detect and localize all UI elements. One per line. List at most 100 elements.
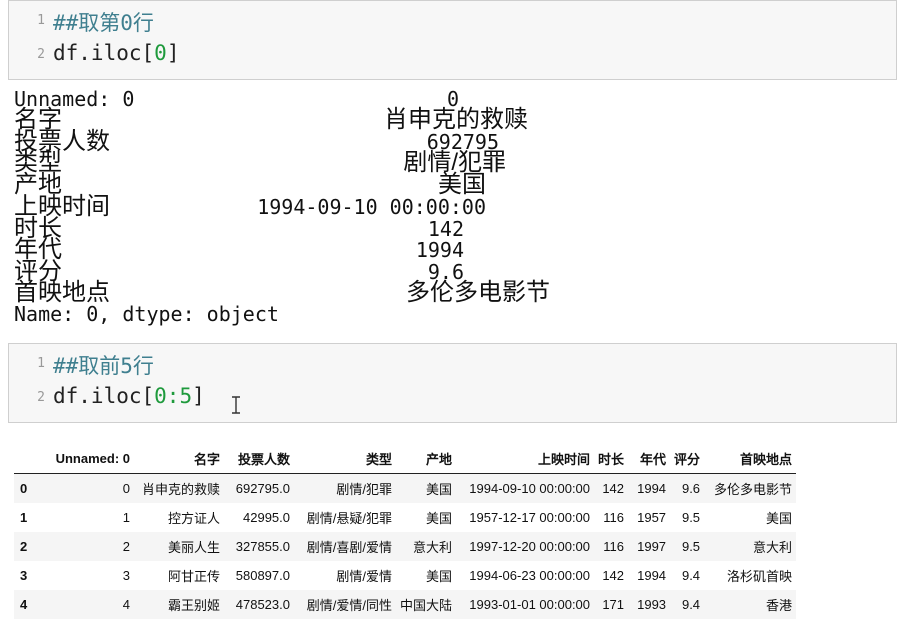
table-cell: 肖申克的救赎 <box>141 482 220 497</box>
table-cell: 1993-01-01 00:00:00 <box>469 597 591 612</box>
column-header <box>14 444 44 474</box>
series-value: 142 <box>427 217 464 241</box>
table-cell: 142 <box>602 568 625 583</box>
table-row: 2 2 美丽人生 327855.0 剧情/喜剧/爱情 意大利 1997-12-2… <box>14 532 797 561</box>
table-cell: 控方证人 <box>167 511 220 526</box>
column-header: Unnamed: 0 <box>44 444 134 474</box>
table-cell: 香港 <box>766 598 793 613</box>
code-comment: ##取前5行 <box>53 354 154 378</box>
table-cell: 1997-12-20 00:00:00 <box>469 539 591 554</box>
dataframe-table: Unnamed: 0 名字 投票人数 类型 产地 上映时间 时长 年代 评分 首… <box>14 444 797 619</box>
table-cell: 9.6 <box>681 481 701 496</box>
series-footer: Name: 0, dtype: object <box>14 302 279 326</box>
row-index: 2 <box>20 539 28 554</box>
code-suffix: ] <box>192 384 205 408</box>
column-header: 产地 <box>396 444 457 474</box>
line-number: 2 <box>37 47 45 62</box>
table-cell: 美国 <box>426 569 453 584</box>
table-cell: 1994 <box>637 481 667 496</box>
table-cell: 3 <box>122 568 130 583</box>
code-argument: 0:5 <box>154 384 193 408</box>
code-argument: 0 <box>154 41 167 65</box>
table-cell: 剧情/悬疑/犯罪 <box>306 511 392 526</box>
table-row: 3 3 阿甘正传 580897.0 剧情/爱情 美国 1994-06-23 00… <box>14 561 796 590</box>
table-cell: 意大利 <box>753 540 793 555</box>
table-cell: 478523.0 <box>235 597 290 612</box>
column-header: 评分 <box>670 444 705 474</box>
column-header: 年代 <box>628 444 671 474</box>
column-header: 类型 <box>294 444 396 474</box>
series-key: 首映地点 <box>14 279 110 306</box>
series-row: 首映地点 多伦多电影节 <box>14 279 614 306</box>
code-statement: df.iloc[0] <box>53 41 179 65</box>
column-header: 投票人数 <box>224 444 294 474</box>
table-cell: 美国 <box>426 511 453 526</box>
table-cell: 1994-09-10 00:00:00 <box>469 481 591 496</box>
table-cell: 9.4 <box>681 568 701 583</box>
series-value: 美国 <box>438 171 486 198</box>
series-value: 1994 <box>415 238 464 262</box>
code-line-1[interactable]: 1 ##取第0行 <box>9 5 896 37</box>
series-row: 年代 1994 <box>14 238 614 262</box>
table-cell: 1957 <box>637 510 667 525</box>
column-header: 时长 <box>594 444 629 474</box>
code-prefix: df.iloc[ <box>53 41 155 65</box>
table-cell: 2 <box>122 539 130 554</box>
table-row: 0 0 肖申克的救赎 692795.0 剧情/犯罪 美国 1994-09-10 … <box>14 473 797 503</box>
table-cell: 剧情/爱情 <box>336 569 392 584</box>
column-header: 首映地点 <box>704 444 797 474</box>
table-cell: 美丽人生 <box>167 540 220 555</box>
line-number: 1 <box>37 356 45 371</box>
table-cell: 剧情/喜剧/爱情 <box>306 540 392 555</box>
table-cell: 142 <box>602 481 625 496</box>
line-number: 2 <box>37 390 45 405</box>
code-line-2[interactable]: 2 df.iloc[0:5] <box>9 382 896 414</box>
table-cell: 9.5 <box>681 539 701 554</box>
table-cell: 9.4 <box>681 597 701 612</box>
series-output: Unnamed: 0 0 名字 肖申克的救赎 投票人数 692795 类型 剧情… <box>14 88 614 328</box>
table-cell: 1957-12-17 00:00:00 <box>469 510 591 525</box>
table-row: 1 1 控方证人 42995.0 剧情/悬疑/犯罪 美国 1957-12-17 … <box>14 503 796 532</box>
table-cell: 116 <box>603 539 625 554</box>
table-cell: 42995.0 <box>243 510 290 525</box>
code-statement: df.iloc[0:5] <box>53 384 205 408</box>
code-prefix: df.iloc[ <box>53 384 155 408</box>
table-cell: 327855.0 <box>235 539 290 554</box>
table-cell: 4 <box>122 597 130 612</box>
code-cell-1[interactable]: 1 ##取第0行 2 df.iloc[0] <box>8 0 897 80</box>
table-cell: 多伦多电影节 <box>714 482 793 497</box>
table-cell: 1993 <box>637 597 667 612</box>
table-cell: 意大利 <box>413 540 453 555</box>
series-row: 时长 142 <box>14 217 614 241</box>
column-header: 名字 <box>134 444 224 474</box>
code-line-2[interactable]: 2 df.iloc[0] <box>9 39 896 71</box>
code-comment: ##取第0行 <box>53 11 154 35</box>
table-cell: 0 <box>122 481 130 496</box>
text-cursor-icon <box>232 396 240 414</box>
series-row: 上映时间 1994-09-10 00:00:00 <box>14 195 614 219</box>
table-cell: 中国大陆 <box>400 598 453 613</box>
table-header-row: Unnamed: 0 名字 投票人数 类型 产地 上映时间 时长 年代 评分 首… <box>14 444 797 474</box>
table-cell: 692795.0 <box>235 481 290 496</box>
table-row: 4 4 霸王别姬 478523.0 剧情/爱情/同性 中国大陆 1993-01-… <box>14 590 797 619</box>
code-line-1[interactable]: 1 ##取前5行 <box>9 348 896 380</box>
table-cell: 美国 <box>766 511 793 526</box>
row-index: 3 <box>20 568 28 583</box>
line-number: 1 <box>37 13 45 28</box>
code-suffix: ] <box>166 41 180 65</box>
series-value: 多伦多电影节 <box>406 279 550 306</box>
code-cell-2[interactable]: 1 ##取前5行 2 df.iloc[0:5] <box>8 343 897 423</box>
table-cell: 1997 <box>637 539 667 554</box>
row-index: 4 <box>20 597 28 612</box>
table-cell: 美国 <box>426 482 453 497</box>
table-cell: 116 <box>603 510 625 525</box>
series-row: 投票人数 692795 <box>14 130 614 154</box>
table-cell: 1994-06-23 00:00:00 <box>469 568 591 583</box>
table-cell: 阿甘正传 <box>167 569 220 584</box>
table-cell: 580897.0 <box>235 568 290 583</box>
row-index: 1 <box>20 510 28 525</box>
table-cell: 霸王别姬 <box>167 598 220 613</box>
column-header: 上映时间 <box>456 444 595 474</box>
series-value: 肖申克的救赎 <box>384 106 528 133</box>
table-cell: 洛杉矶首映 <box>727 569 793 584</box>
